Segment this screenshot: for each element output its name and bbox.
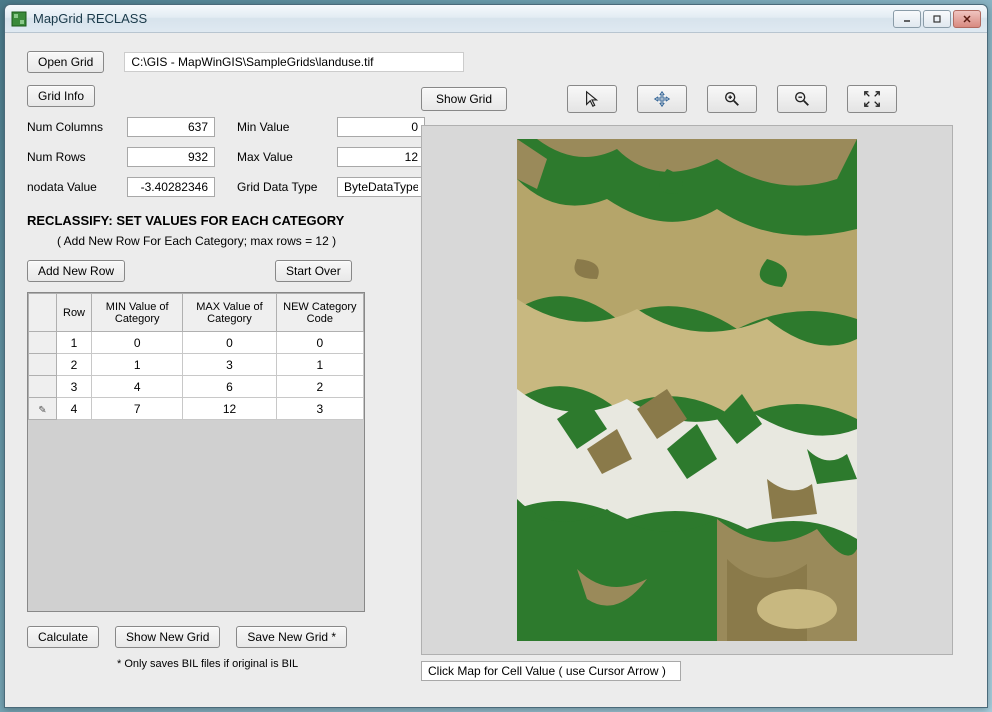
content-area: Open Grid C:\GIS - MapWinGIS\SampleGrids… (5, 33, 987, 707)
save-new-grid-button[interactable]: Save New Grid * (236, 626, 347, 648)
left-panel: Grid Info Num Columns Min Value Num Rows… (27, 85, 397, 681)
table-row[interactable]: ✎ 47123 (29, 398, 364, 420)
reclassify-note: ( Add New Row For Each Category; max row… (57, 234, 397, 248)
maximize-button[interactable] (923, 10, 951, 28)
num-columns-label: Num Columns (27, 120, 117, 134)
cell-min[interactable]: 0 (92, 332, 183, 354)
table-row[interactable]: 1000 (29, 332, 364, 354)
min-value-field[interactable] (337, 117, 425, 137)
min-value-label: Min Value (237, 120, 327, 134)
reclass-table-wrap: Row MIN Value of Category MAX Value of C… (27, 292, 365, 612)
show-grid-button[interactable]: Show Grid (421, 87, 507, 111)
grid-info-fields: Num Columns Min Value Num Rows Max Value… (27, 117, 397, 197)
map-status-field[interactable] (421, 661, 681, 681)
calculate-button[interactable]: Calculate (27, 626, 99, 648)
cell-max[interactable]: 12 (183, 398, 276, 420)
col-code[interactable]: NEW Category Code (276, 294, 363, 332)
window-title: MapGrid RECLASS (33, 11, 893, 26)
cell-row[interactable]: 4 (57, 398, 92, 420)
zoom-out-tool[interactable] (777, 85, 827, 113)
datatype-label: Grid Data Type (237, 180, 327, 194)
cell-code[interactable]: 1 (276, 354, 363, 376)
cell-max[interactable]: 3 (183, 354, 276, 376)
minimize-button[interactable] (893, 10, 921, 28)
row-header[interactable]: ✎ (29, 398, 57, 420)
num-rows-field[interactable] (127, 147, 215, 167)
close-button[interactable] (953, 10, 981, 28)
table-row[interactable]: 2131 (29, 354, 364, 376)
col-row[interactable]: Row (57, 294, 92, 332)
zoom-extent-tool[interactable] (847, 85, 897, 113)
table-row[interactable]: 3462 (29, 376, 364, 398)
cell-row[interactable]: 3 (57, 376, 92, 398)
nodata-label: nodata Value (27, 180, 117, 194)
cell-min[interactable]: 4 (92, 376, 183, 398)
start-over-button[interactable]: Start Over (275, 260, 352, 282)
nodata-field[interactable] (127, 177, 215, 197)
max-value-field[interactable] (337, 147, 425, 167)
app-icon (11, 11, 27, 27)
show-new-grid-button[interactable]: Show New Grid (115, 626, 220, 648)
grid-info-button[interactable]: Grid Info (27, 85, 95, 107)
cursor-tool[interactable] (567, 85, 617, 113)
window-controls (893, 10, 981, 28)
grid-path-field[interactable]: C:\GIS - MapWinGIS\SampleGrids\landuse.t… (124, 52, 464, 72)
cell-min[interactable]: 1 (92, 354, 183, 376)
cell-code[interactable]: 2 (276, 376, 363, 398)
row-header[interactable] (29, 376, 57, 398)
cell-code[interactable]: 3 (276, 398, 363, 420)
reclassify-header: RECLASSIFY: SET VALUES FOR EACH CATEGORY (27, 213, 397, 228)
row-header[interactable] (29, 332, 57, 354)
max-value-label: Max Value (237, 150, 327, 164)
app-window: MapGrid RECLASS Open Grid C:\GIS - MapWi… (4, 4, 988, 708)
right-panel: Show Grid (421, 85, 975, 681)
cell-row[interactable]: 2 (57, 354, 92, 376)
cell-max[interactable]: 6 (183, 376, 276, 398)
reclass-table[interactable]: Row MIN Value of Category MAX Value of C… (28, 293, 364, 420)
edit-row-icon: ✎ (38, 405, 46, 416)
titlebar: MapGrid RECLASS (5, 5, 987, 33)
cell-code[interactable]: 0 (276, 332, 363, 354)
save-note: * Only saves BIL files if original is BI… (117, 658, 397, 670)
cell-min[interactable]: 7 (92, 398, 183, 420)
col-min[interactable]: MIN Value of Category (92, 294, 183, 332)
map-canvas[interactable] (517, 139, 857, 641)
table-corner[interactable] (29, 294, 57, 332)
datatype-field[interactable] (337, 177, 425, 197)
cell-max[interactable]: 0 (183, 332, 276, 354)
pan-tool[interactable] (637, 85, 687, 113)
add-new-row-button[interactable]: Add New Row (27, 260, 125, 282)
row-header[interactable] (29, 354, 57, 376)
num-columns-field[interactable] (127, 117, 215, 137)
map-toolbar: Show Grid (421, 85, 975, 113)
col-max[interactable]: MAX Value of Category (183, 294, 276, 332)
zoom-in-tool[interactable] (707, 85, 757, 113)
map-viewport[interactable] (421, 125, 953, 655)
open-grid-button[interactable]: Open Grid (27, 51, 104, 73)
cell-row[interactable]: 1 (57, 332, 92, 354)
num-rows-label: Num Rows (27, 150, 117, 164)
